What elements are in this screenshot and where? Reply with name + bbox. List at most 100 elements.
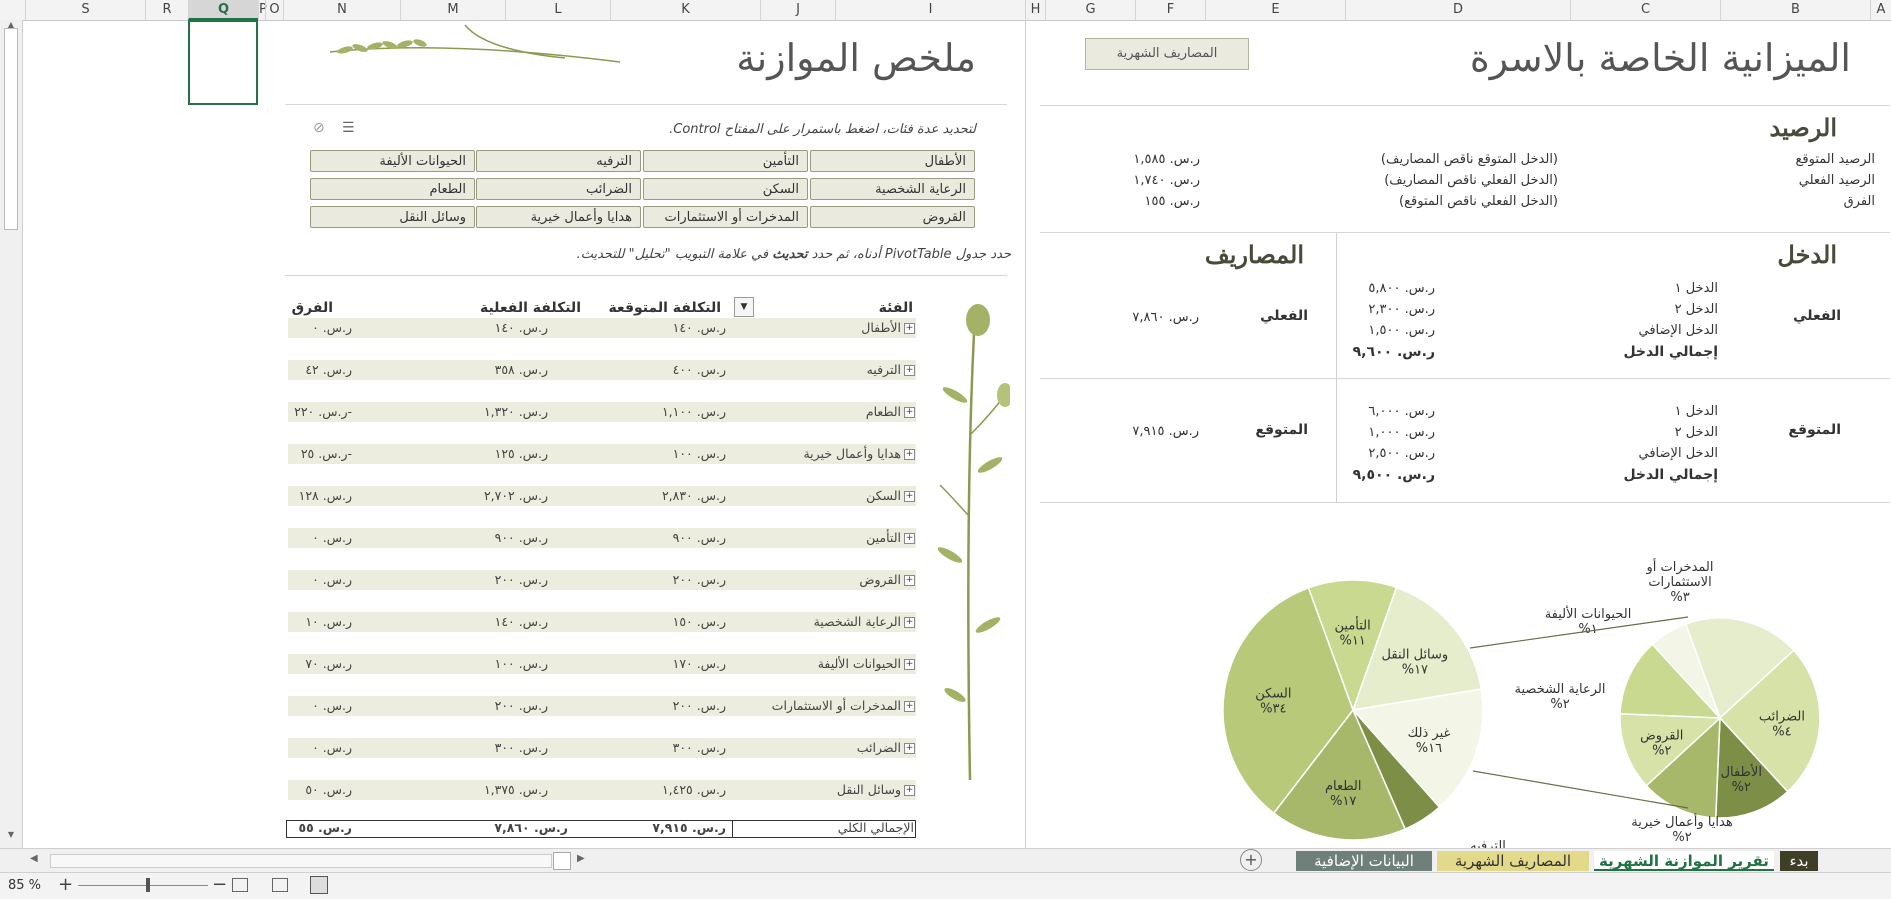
- expand-icon[interactable]: +: [904, 785, 915, 796]
- column-header-l[interactable]: L: [505, 0, 610, 20]
- table-row[interactable]: [288, 402, 916, 422]
- column-header-h[interactable]: H: [1025, 0, 1045, 20]
- pivot-cell-diff: ر.س. ٠: [312, 572, 352, 587]
- scroll-down-icon[interactable]: ▼: [4, 830, 18, 844]
- pivot-cell-expected: ر.س. ٢,٨٣٠: [661, 488, 726, 503]
- zoom-out-icon[interactable]: +: [58, 874, 73, 895]
- pivot-cell-category: +الرعاية الشخصية: [813, 614, 915, 629]
- selected-cell[interactable]: [188, 20, 258, 105]
- slicer-item[interactable]: السكن: [643, 178, 808, 200]
- expenses-actual-value: ر.س. ٧,٨٦٠: [1132, 310, 1199, 325]
- column-header-g[interactable]: G: [1045, 0, 1135, 20]
- vertical-scrollbar[interactable]: ▲ ▼: [0, 20, 23, 848]
- sheet-tab[interactable]: المصاريف الشهرية: [1437, 851, 1589, 871]
- column-header-d[interactable]: D: [1345, 0, 1570, 20]
- slicer-item[interactable]: الضرائب: [476, 178, 641, 200]
- column-header-c[interactable]: C: [1570, 0, 1720, 20]
- sheet-tab[interactable]: بدء: [1780, 851, 1818, 871]
- expense-pie-chart[interactable]: التأمين %١١وسائل النقل %١٧غير ذلك %١٦الترفي…: [1040, 505, 1890, 848]
- slicer-item[interactable]: الطعام: [310, 178, 475, 200]
- table-row[interactable]: [288, 780, 916, 800]
- pivot-header-category: الفئة: [878, 300, 913, 316]
- sheet-tab[interactable]: البيانات الإضافية: [1296, 851, 1432, 871]
- family-budget-title: الميزانية الخاصة بالاسرة: [1469, 36, 1851, 80]
- column-header-r[interactable]: R: [145, 0, 188, 20]
- column-header-a[interactable]: A: [1870, 0, 1891, 20]
- filter-dropdown-icon[interactable]: ▼: [734, 297, 754, 317]
- table-row[interactable]: [288, 360, 916, 380]
- normal-view-icon[interactable]: [310, 876, 328, 894]
- zoom-slider-thumb[interactable]: [146, 878, 150, 892]
- scroll-right-icon[interactable]: ▶: [577, 853, 585, 864]
- slicer-item[interactable]: وسائل النقل: [310, 206, 475, 228]
- plus-circle-icon[interactable]: +: [1240, 849, 1262, 871]
- pivot-cell-actual: ر.س. ١,٣٢٠: [483, 404, 548, 419]
- column-header-f[interactable]: F: [1135, 0, 1205, 20]
- column-header-k[interactable]: K: [610, 0, 760, 20]
- page-layout-view-icon[interactable]: [232, 878, 248, 892]
- horizontal-scrollbar[interactable]: [50, 854, 552, 868]
- monthly-expenses-button[interactable]: المصاريف الشهرية: [1085, 38, 1249, 70]
- expand-icon[interactable]: +: [904, 533, 915, 544]
- pivot-cell-expected: ر.س. ١٧٠: [672, 656, 726, 671]
- expand-icon[interactable]: +: [904, 575, 915, 586]
- column-header-n[interactable]: N: [283, 0, 400, 20]
- balance-row-label: الرصيد الفعلي: [1798, 173, 1875, 188]
- pie-label: الطعام %١٧: [1325, 779, 1362, 809]
- income-row-label: الدخل ٢: [1674, 425, 1718, 440]
- column-header-s[interactable]: S: [25, 0, 145, 20]
- expand-icon[interactable]: +: [904, 743, 915, 754]
- balance-row-label: الرصيد المتوقع: [1795, 152, 1875, 167]
- table-row[interactable]: [288, 738, 916, 758]
- expand-icon[interactable]: +: [904, 659, 915, 670]
- slicer-item[interactable]: التأمين: [643, 150, 808, 172]
- column-header-q[interactable]: Q: [188, 0, 258, 20]
- income-row-label: الدخل ١: [1674, 281, 1718, 296]
- column-header-m[interactable]: M: [400, 0, 505, 20]
- multi-select-icon[interactable]: ☰: [342, 120, 355, 136]
- slicer-item[interactable]: هدايا وأعمال خيرية: [476, 206, 641, 228]
- slicer-item[interactable]: الحيوانات الأليفة: [310, 150, 475, 172]
- scroll-thumb[interactable]: [553, 852, 571, 870]
- column-header-o[interactable]: O: [265, 0, 283, 20]
- pivot-total-row[interactable]: [286, 820, 916, 838]
- column-header-p[interactable]: P: [258, 0, 267, 20]
- pivot-cell-actual: ر.س. ٣٥٨: [494, 362, 548, 377]
- scroll-left-icon[interactable]: ◀: [30, 853, 38, 864]
- income-row-label: الدخل الإضافي: [1638, 446, 1719, 461]
- sheet-tab-bar: ◀ ▶ + بدء تقرير الموازنة الشهرية المصاريف …: [0, 848, 1891, 873]
- table-row[interactable]: [288, 486, 916, 506]
- expand-icon[interactable]: +: [904, 449, 915, 460]
- column-header-j[interactable]: J: [760, 0, 835, 20]
- table-row[interactable]: [288, 570, 916, 590]
- expand-icon[interactable]: +: [904, 323, 915, 334]
- zoom-slider[interactable]: [78, 885, 208, 886]
- column-header-b[interactable]: B: [1720, 0, 1870, 20]
- slicer-item[interactable]: القروض: [810, 206, 975, 228]
- column-header-i[interactable]: I: [835, 0, 1025, 20]
- slicer-item[interactable]: الأطفال: [810, 150, 975, 172]
- pivot-cell-diff: ر.س. ١٢٨: [298, 488, 352, 503]
- slicer-item[interactable]: المدخرات أو الاستثمارات: [643, 206, 808, 228]
- expand-icon[interactable]: +: [904, 365, 915, 376]
- expand-icon[interactable]: +: [904, 491, 915, 502]
- table-row[interactable]: [288, 318, 916, 338]
- slicer-item[interactable]: الترفيه: [476, 150, 641, 172]
- slicer-hint: لتحديد عدة فئات، اضغط باستمرار على المفت…: [669, 122, 976, 137]
- income-row-value: ر.س. ٩,٥٠٠: [1352, 467, 1435, 483]
- pivot-cell-diff: ر.س. ٧٠: [305, 656, 352, 671]
- scroll-thumb[interactable]: [4, 28, 18, 230]
- pivot-cell-actual: ر.س. ٣٠٠: [494, 740, 548, 755]
- sheet-tab[interactable]: تقرير الموازنة الشهرية: [1594, 851, 1774, 871]
- pivot-cell-category: +القروض: [859, 572, 915, 587]
- clear-filter-icon[interactable]: ⊘: [313, 120, 325, 136]
- column-header-e[interactable]: E: [1205, 0, 1345, 20]
- expand-icon[interactable]: +: [904, 701, 915, 712]
- zoom-in-icon[interactable]: −: [212, 874, 227, 895]
- refresh-hint: حدد جدول PivotTable أدناه، ثم حدد تحديث …: [577, 247, 1011, 262]
- expand-icon[interactable]: +: [904, 617, 915, 628]
- page-break-view-icon[interactable]: [272, 878, 288, 892]
- expand-icon[interactable]: +: [904, 407, 915, 418]
- table-row[interactable]: [288, 528, 916, 548]
- slicer-item[interactable]: الرعاية الشخصية: [810, 178, 975, 200]
